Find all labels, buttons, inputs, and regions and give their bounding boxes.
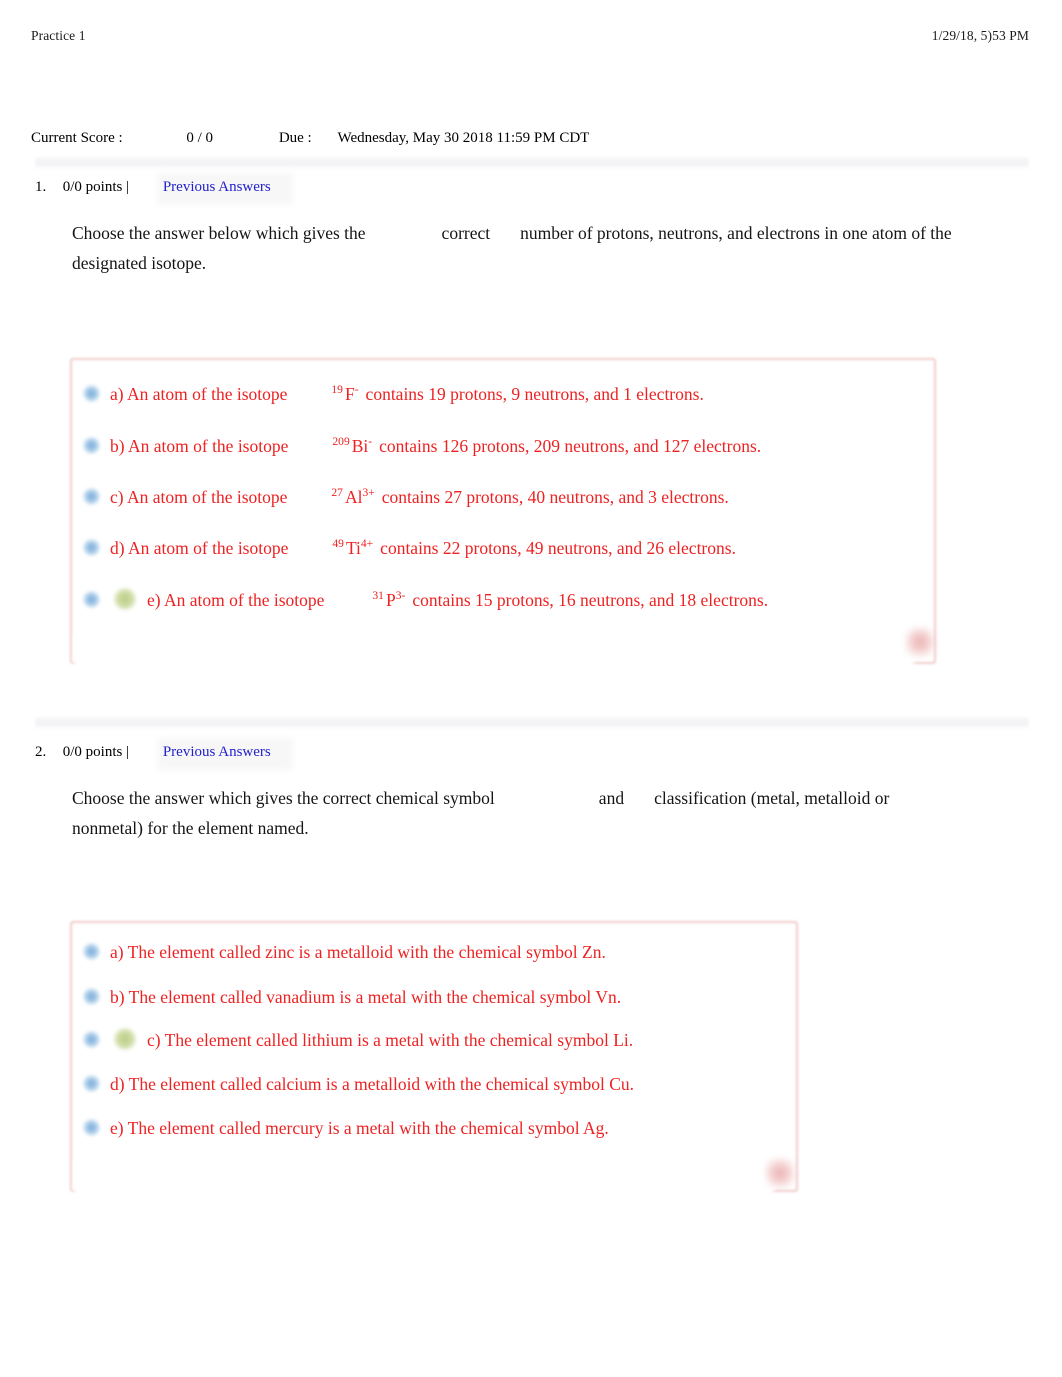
ion-charge: 3+ (362, 487, 375, 500)
isotope-mass-number: 19 (331, 384, 343, 397)
choice-label: a) The element called zinc is a metalloi… (110, 942, 606, 962)
radio-button-icon[interactable] (83, 943, 100, 960)
radio-button-icon[interactable] (83, 539, 100, 556)
document-title: Practice 1 (31, 28, 86, 43)
isotope-mass-number: 49 (332, 538, 344, 551)
choice-stem: c) An atom of the isotope (110, 487, 288, 507)
question-points: 0/0 points | (62, 744, 130, 760)
choice-detail: contains 126 protons, 209 neutrons, and … (379, 436, 762, 456)
radio-button-icon[interactable] (83, 988, 100, 1005)
panel-blur-mask (74, 636, 914, 674)
element-symbol: F (344, 384, 355, 404)
choice-label: a) An atom of the isotope 19 F-contains 19… (110, 380, 704, 408)
incorrect-mark-icon (905, 627, 935, 657)
choice-label: b) The element called vanadium is a meta… (110, 987, 622, 1007)
isotope-notation: 19 F- (331, 380, 358, 408)
choice-detail: contains 15 protons, 16 neutrons, and 18… (412, 590, 769, 610)
radio-button-icon[interactable] (83, 1119, 100, 1136)
correct-answer-icon (114, 1028, 136, 1050)
isotope-notation: 209 Bi- (332, 432, 372, 460)
question-1-meta: 1. 0/0 points | Previous Answers (35, 179, 271, 201)
isotope-mass-number: 27 (331, 487, 343, 500)
section-divider (35, 156, 1029, 169)
element-symbol: Al (344, 487, 363, 507)
radio-button-icon[interactable] (83, 385, 100, 402)
question-2-meta: 2. 0/0 points | Previous Answers (35, 744, 271, 766)
element-symbol: Bi (351, 436, 369, 456)
choice-detail: contains 22 protons, 49 neutrons, and 26… (380, 538, 736, 558)
ion-charge: - (354, 384, 359, 397)
due-value: Wednesday, May 30 2018 11:59 PM CDT (337, 130, 590, 146)
current-score-label: Current Score : (31, 130, 123, 146)
question-points: 0/0 points | (62, 179, 130, 195)
choice-label: e) An atom of the isotope 31 P3- contains 1… (147, 586, 768, 614)
element-symbol: P (385, 590, 396, 610)
choice-label: c) The element called lithium is a metal… (147, 1030, 634, 1050)
prompt-emphasis: correct (438, 218, 495, 248)
choice-stem: b) An atom of the isotope (110, 436, 289, 456)
choice-stem: a) An atom of the isotope (110, 384, 288, 404)
ion-charge: 3- (395, 590, 406, 603)
choice-stem: e) An atom of the isotope (147, 590, 325, 610)
correct-answer-icon (114, 588, 136, 610)
page-header: Practice 1 1/29/18, 5)53 PM (0, 28, 1062, 48)
ion-charge: 4+ (360, 538, 374, 551)
choice-stem: d) An atom of the isotope (110, 538, 289, 558)
ion-charge: - (368, 436, 373, 449)
choice-label: c) An atom of the isotope 27 Al3+ contains … (110, 483, 729, 511)
choice-label: b) An atom of the isotope 209 Bi-contains … (110, 432, 761, 460)
isotope-notation: 49 Ti4+ (332, 534, 373, 562)
question-2-prompt: Choose the answer which gives the correc… (72, 783, 952, 843)
choice-detail: contains 19 protons, 9 neutrons, and 1 e… (365, 384, 704, 404)
isotope-notation: 27 Al3+ (331, 483, 374, 511)
previous-answers-link[interactable]: Previous Answers (163, 179, 271, 195)
question-1-prompt: Choose the answer below which gives the c… (72, 218, 952, 278)
isotope-notation: 31 P3- (372, 586, 405, 614)
choice-label: d) An atom of the isotope 49 Ti4+ contains … (110, 534, 736, 562)
incorrect-mark-icon (765, 1158, 795, 1188)
current-score-value: 0 / 0 (186, 130, 214, 146)
radio-button-icon[interactable] (83, 1075, 100, 1092)
choice-detail: contains 27 protons, 40 neutrons, and 3 … (381, 487, 729, 507)
prompt-text-part-1: Choose the answer which gives the correc… (72, 788, 495, 808)
radio-button-icon[interactable] (83, 488, 100, 505)
question-number: 2. (35, 744, 47, 760)
due-label: Due : (278, 130, 312, 146)
radio-button-icon[interactable] (83, 1031, 100, 1048)
score-bar: Current Score : 0 / 0 Due : Wednesday, M… (31, 130, 1021, 152)
print-timestamp: 1/29/18, 5)53 PM (931, 28, 1029, 43)
radio-button-icon[interactable] (83, 591, 100, 608)
previous-answers-link[interactable]: Previous Answers (163, 744, 271, 760)
choice-label: d) The element called calcium is a metal… (110, 1074, 635, 1094)
prompt-text-part-1: Choose the answer below which gives the (72, 223, 366, 243)
element-symbol: Ti (345, 538, 361, 558)
radio-button-icon[interactable] (83, 437, 100, 454)
section-divider (35, 716, 1029, 729)
isotope-mass-number: 209 (332, 436, 350, 449)
panel-blur-mask (74, 1160, 774, 1196)
isotope-mass-number: 31 (372, 590, 384, 603)
prompt-emphasis: and (595, 783, 628, 813)
question-number: 1. (35, 179, 47, 195)
choice-label: e) The element called mercury is a metal… (110, 1118, 609, 1138)
